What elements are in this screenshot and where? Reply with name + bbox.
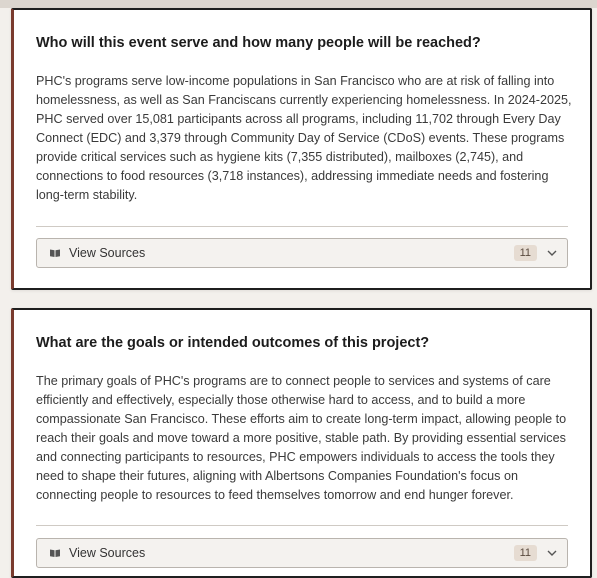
divider <box>36 525 568 526</box>
question-card-goals: What are the goals or intended outcomes … <box>11 308 592 578</box>
top-strip <box>0 0 597 8</box>
chevron-down-icon[interactable] <box>547 248 557 258</box>
question-card-audience: Who will this event serve and how many p… <box>11 8 592 290</box>
question-heading: Who will this event serve and how many p… <box>36 35 481 51</box>
answer-text: The primary goals of PHC's programs are … <box>36 374 567 502</box>
book-icon <box>49 248 61 258</box>
question-heading: What are the goals or intended outcomes … <box>36 335 430 351</box>
answer-text: PHC's programs serve low-income populati… <box>36 74 572 202</box>
view-sources-label: View Sources <box>69 246 146 260</box>
view-sources-button[interactable]: View Sources 11 <box>36 538 568 568</box>
chevron-down-icon[interactable] <box>547 548 557 558</box>
book-icon <box>49 548 61 558</box>
divider <box>36 226 568 227</box>
view-sources-button[interactable]: View Sources 11 <box>36 238 568 268</box>
view-sources-label: View Sources <box>69 546 146 560</box>
sources-count-badge: 11 <box>513 245 537 261</box>
sources-count-badge: 11 <box>513 545 537 561</box>
